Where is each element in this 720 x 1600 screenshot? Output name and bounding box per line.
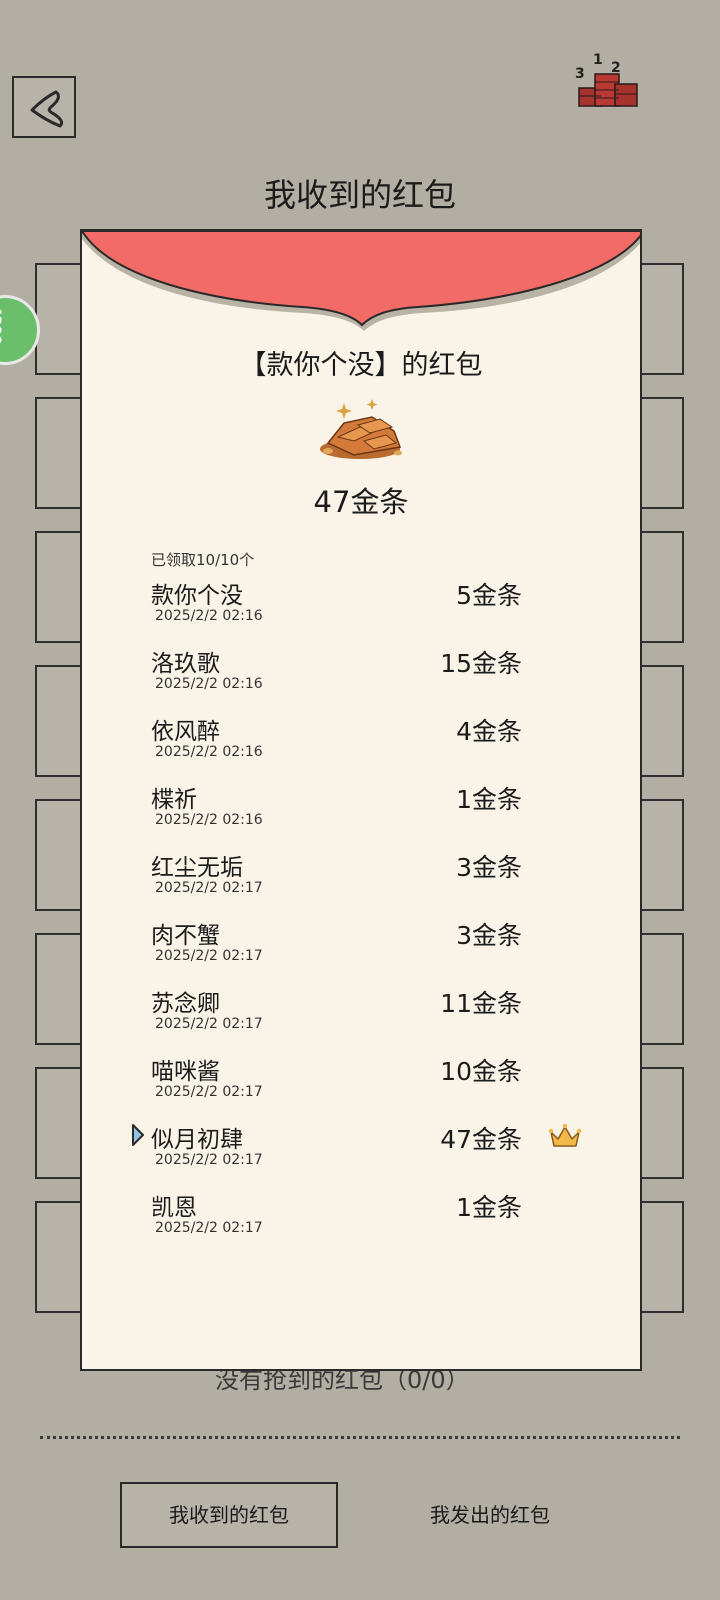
background-card-right <box>640 397 684 509</box>
back-arrow-icon <box>30 90 64 128</box>
background-card-left <box>35 263 83 375</box>
background-card-left <box>35 933 83 1045</box>
claim-time: 2025/2/2 02:17 <box>155 1220 263 1236</box>
sender-title: 【款你个没】的红包 <box>239 350 483 381</box>
claim-time: 2025/2/2 02:17 <box>155 880 263 896</box>
tab-received[interactable]: 我收到的红包 <box>120 1482 338 1548</box>
recipient-row: 凯恩 2025/2/2 02:17 1金条 <box>82 1188 640 1256</box>
envelope-flap <box>82 231 640 331</box>
claim-amount: 10金条 <box>440 1057 522 1086</box>
recipient-row: 楪祈 2025/2/2 02:16 1金条 <box>82 780 640 848</box>
side-badge[interactable]: 4399 <box>0 295 40 365</box>
claim-time: 2025/2/2 02:17 <box>155 1016 263 1032</box>
recipient-row: 款你个没 2025/2/2 02:16 5金条 <box>82 576 640 644</box>
background-card-left <box>35 1201 83 1313</box>
gold-bars-icon <box>320 399 402 459</box>
claim-amount: 1金条 <box>456 785 522 814</box>
background-card-left <box>35 1067 83 1179</box>
tab-sent[interactable]: 我发出的红包 <box>390 1482 590 1548</box>
back-button[interactable] <box>12 76 76 138</box>
recipient-name: 洛玖歌 <box>151 651 220 677</box>
claim-time: 2025/2/2 02:16 <box>155 608 263 624</box>
recipient-row: 喵咪酱 2025/2/2 02:17 10金条 <box>82 1052 640 1120</box>
claim-time: 2025/2/2 02:17 <box>155 1152 263 1168</box>
claim-amount: 11金条 <box>440 989 522 1018</box>
claim-time: 2025/2/2 02:17 <box>155 1084 263 1100</box>
page-title: 我收到的红包 <box>263 176 456 214</box>
claim-amount: 15金条 <box>440 649 522 678</box>
background-card-right <box>640 1201 684 1313</box>
recipient-row: 洛玖歌 2025/2/2 02:16 15金条 <box>82 644 640 712</box>
recipient-row: 肉不蟹 2025/2/2 02:17 3金条 <box>82 916 640 984</box>
recipient-name: 依风醉 <box>151 719 220 745</box>
recipient-row: 似月初肆 2025/2/2 02:17 47金条 <box>82 1120 640 1188</box>
svg-text:3: 3 <box>575 66 585 82</box>
recipient-row: 依风醉 2025/2/2 02:16 4金条 <box>82 712 640 780</box>
red-packet-detail-modal: 【款你个没】的红包 47金条 已领取10/10个 款你个没 2025/2/2 02… <box>80 229 642 1371</box>
background-card-right <box>640 665 684 777</box>
background-card-left <box>35 665 83 777</box>
pointer-arrow-icon <box>132 1124 144 1146</box>
claim-time: 2025/2/2 02:16 <box>155 744 263 760</box>
crown-icon <box>548 1123 582 1147</box>
claim-amount: 47金条 <box>440 1125 522 1154</box>
recipient-name: 楪祈 <box>151 787 197 813</box>
background-card-right <box>640 531 684 643</box>
rank-podium-icon[interactable]: 3 1 2 <box>575 48 650 112</box>
claim-amount: 3金条 <box>456 921 522 950</box>
recipient-name: 肉不蟹 <box>151 923 220 949</box>
claim-amount: 3金条 <box>456 853 522 882</box>
total-amount: 47金条 <box>313 485 409 519</box>
background-card-left <box>35 799 83 911</box>
background-card-left <box>35 531 83 643</box>
background-card-right <box>640 1067 684 1179</box>
recipient-name: 红尘无垢 <box>151 855 243 881</box>
recipient-row: 苏念卿 2025/2/2 02:17 11金条 <box>82 984 640 1052</box>
background-card-right <box>640 799 684 911</box>
claim-time: 2025/2/2 02:16 <box>155 812 263 828</box>
divider <box>40 1436 680 1439</box>
claim-amount: 1金条 <box>456 1193 522 1222</box>
recipient-name: 苏念卿 <box>151 991 220 1017</box>
claim-time: 2025/2/2 02:16 <box>155 676 263 692</box>
svg-text:1: 1 <box>593 52 603 68</box>
background-card-right <box>640 263 684 375</box>
background-card-left <box>35 397 83 509</box>
recipient-name: 凯恩 <box>151 1195 197 1221</box>
claim-amount: 4金条 <box>456 717 522 746</box>
background-card-right <box>640 933 684 1045</box>
claim-amount: 5金条 <box>456 581 522 610</box>
recipient-name: 喵咪酱 <box>151 1059 220 1085</box>
recipient-name: 款你个没 <box>151 583 243 609</box>
recipient-row: 红尘无垢 2025/2/2 02:17 3金条 <box>82 848 640 916</box>
claim-time: 2025/2/2 02:17 <box>155 948 263 964</box>
recipient-name: 似月初肆 <box>151 1127 243 1153</box>
claimed-count: 已领取10/10个 <box>151 551 255 569</box>
